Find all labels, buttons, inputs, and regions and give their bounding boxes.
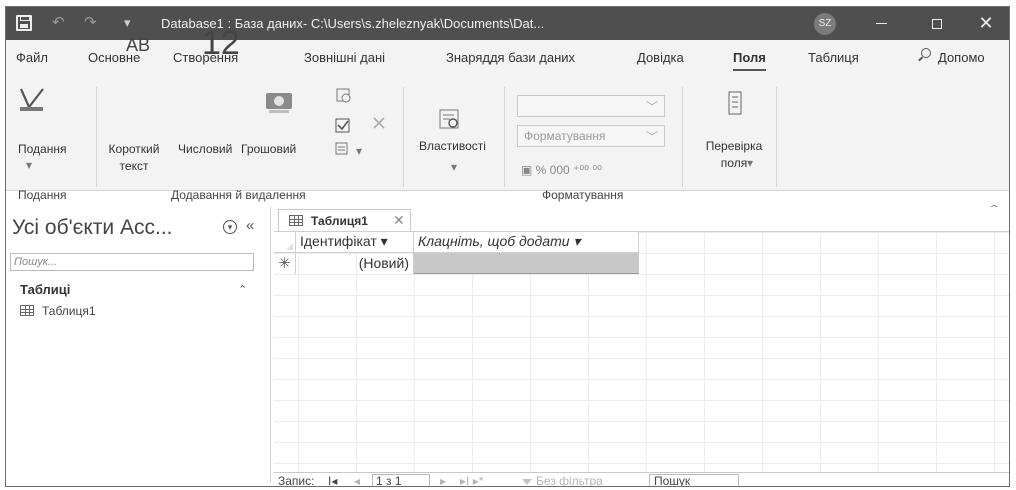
currency-button[interactable]: Грошовий	[241, 141, 296, 158]
nav-menu-icon[interactable]: ▾	[223, 220, 237, 234]
ribbon-separator	[403, 87, 404, 187]
new-record-id-cell[interactable]: (Новий)	[296, 253, 414, 274]
short-text-icon[interactable]: AB	[126, 35, 150, 56]
properties-icon[interactable]	[438, 107, 464, 133]
add-field-cell[interactable]	[414, 253, 639, 274]
ribbon-tabs: Файл Основне Створення Зовнішні дані Зна…	[6, 40, 1009, 73]
undo-icon[interactable]: ↶	[52, 13, 65, 31]
customize-toolbar-icon[interactable]: ▾	[124, 15, 131, 31]
short-text-button[interactable]: Короткий текст	[104, 141, 164, 175]
field-validation-icon[interactable]	[723, 90, 747, 116]
tab-database-tools[interactable]: Знаряддя бази даних	[446, 50, 575, 65]
validation-dropdown-icon[interactable]: ▾	[747, 155, 753, 172]
column-header-click-to-add[interactable]: Клацніть, щоб додати ▾	[414, 232, 639, 253]
ribbon-separator	[96, 87, 97, 187]
more-fields-dropdown-icon[interactable]: ▾	[356, 143, 362, 160]
close-button[interactable]: ✕	[964, 7, 1008, 40]
ribbon-separator	[504, 87, 505, 187]
tab-fields[interactable]: Поля	[733, 50, 766, 71]
tab-tell-me[interactable]: Допомо	[938, 50, 985, 65]
select-all-corner[interactable]	[274, 232, 296, 253]
filter-icon	[522, 479, 532, 485]
tab-table1[interactable]: Таблиця1 ✕	[278, 209, 411, 231]
ribbon-separator	[682, 87, 683, 187]
current-record-field[interactable]: 1 з 1	[372, 474, 430, 486]
doc-tab-label: Таблиця1	[311, 214, 368, 228]
currency-icon[interactable]	[264, 90, 296, 118]
table-icon	[289, 215, 303, 226]
tab-help[interactable]: Довідка	[637, 50, 684, 65]
access-window: ↶ ↷ ▾ Database1 : База даних- C:\Users\s…	[5, 6, 1010, 487]
field-validation-button[interactable]: Перевірка поля	[705, 138, 763, 172]
minimize-button[interactable]	[859, 7, 903, 40]
document-area: Таблиця1 ✕ Ідентифікат ▾ Клацніть, щоб д…	[274, 207, 1009, 487]
properties-dropdown-icon[interactable]: ▾	[451, 159, 457, 176]
minimize-icon	[875, 23, 887, 25]
field-types-small-icons[interactable]	[333, 87, 355, 161]
nav-pane-title[interactable]: Усі об'єкти Acc...	[12, 216, 172, 240]
record-search-input[interactable]: Пошук	[649, 474, 739, 486]
filter-label: Без фільтра	[536, 474, 603, 487]
formatting-group-label: Форматування	[542, 188, 624, 202]
number-icon[interactable]: 12	[202, 24, 240, 63]
add-delete-group-label: Додавання й видалення	[171, 188, 306, 202]
first-record-button[interactable]: I◂	[328, 474, 337, 486]
user-avatar[interactable]: SZ	[814, 13, 836, 35]
title-bar: ↶ ↷ ▾ Database1 : База даних- C:\Users\s…	[6, 7, 1009, 40]
nav-item-table1[interactable]: Таблиця1	[20, 304, 96, 318]
chevron-down-icon: ﹀	[645, 130, 658, 144]
currency-format-icon[interactable]: ▣	[521, 163, 536, 177]
number-button[interactable]: Числовий	[178, 141, 232, 158]
maximize-button[interactable]	[915, 7, 959, 40]
views-group-label: Подання	[18, 188, 67, 202]
chevron-down-icon: ﹀	[645, 100, 658, 114]
prev-record-button[interactable]: ◂	[354, 474, 360, 486]
record-navigation-bar: Запис: I◂ ◂ 1 з 1 ▸ ▸I ▸* Без фільтра По…	[274, 472, 1009, 487]
views-dropdown-icon[interactable]: ▾	[26, 157, 32, 174]
format-dropdown-label: Форматування	[524, 129, 606, 143]
tab-table[interactable]: Таблиця	[808, 50, 859, 65]
new-record-marker[interactable]: ✳	[274, 253, 296, 274]
table-icon	[20, 305, 34, 316]
chevron-up-icon[interactable]: ⌃	[238, 283, 247, 296]
views-button[interactable]: Подання	[18, 141, 66, 158]
ribbon-separator	[776, 87, 777, 187]
tab-external-data[interactable]: Зовнішні дані	[304, 50, 385, 65]
nav-item-label: Таблиця1	[42, 304, 96, 318]
nav-group-tables[interactable]: Таблиці	[20, 282, 70, 297]
delete-field-icon[interactable]	[372, 115, 386, 129]
number-format-label: % 000 ⁺⁰⁰ ⁰⁰	[535, 163, 602, 177]
next-record-button[interactable]: ▸	[440, 474, 446, 486]
view-icon[interactable]	[18, 85, 46, 113]
nav-collapse-icon[interactable]: «	[246, 217, 254, 234]
datasheet-grid[interactable]: Ідентифікат ▾ Клацніть, щоб додати ▾ ✳ (…	[274, 231, 1009, 472]
filter-toggle[interactable]: Без фільтра	[522, 474, 603, 487]
maximize-icon	[932, 18, 942, 29]
search-icon[interactable]	[921, 48, 931, 58]
tab-file[interactable]: Файл	[16, 50, 48, 65]
record-label: Запис:	[278, 474, 315, 487]
close-icon[interactable]: ✕	[393, 212, 405, 229]
column-header-id[interactable]: Ідентифікат ▾	[296, 232, 414, 253]
data-type-dropdown[interactable]: ﹀	[517, 95, 665, 117]
save-icon[interactable]	[16, 15, 32, 31]
redo-icon[interactable]: ↷	[84, 13, 97, 31]
navigation-pane: Усі об'єкти Acc... ▾ « Пошук... Таблиці …	[6, 207, 271, 482]
format-dropdown[interactable]: Форматування ﹀	[517, 125, 665, 147]
properties-button[interactable]: Властивості	[419, 138, 486, 155]
nav-search-input[interactable]: Пошук...	[10, 253, 254, 271]
number-format-buttons[interactable]: ▣ % 000 ⁺⁰⁰ ⁰⁰	[521, 163, 602, 177]
last-new-record-button[interactable]: ▸I ▸*	[460, 474, 483, 486]
